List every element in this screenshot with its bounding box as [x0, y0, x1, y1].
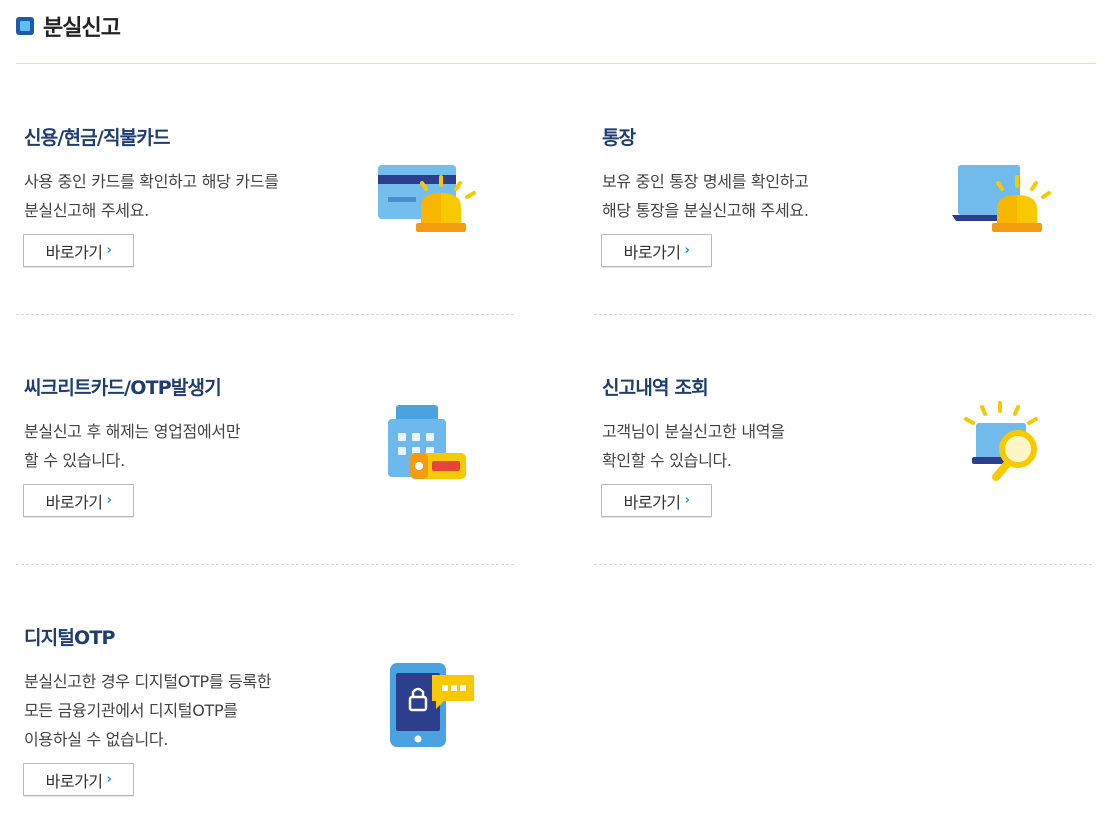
section-description: 보유 중인 통장 명세를 확인하고 해당 통장을 분실신고해 주세요.: [602, 172, 809, 220]
search-report-icon: [964, 401, 1038, 481]
chevron-right-icon: ›: [106, 493, 112, 508]
go-button-history[interactable]: 바로가기 ›: [601, 484, 712, 517]
go-button-label: 바로가기: [45, 242, 103, 262]
section-card: 신용/현금/직불카드 사용 중인 카드를 확인하고 해당 카드를 분실신고해 주…: [16, 123, 506, 323]
section-description: 분실신고 후 해제는 영업점에서만 할 수 있습니다.: [24, 422, 241, 470]
section-title: 디지털OTP: [24, 627, 115, 649]
bankbook-alarm-icon: [952, 165, 1051, 232]
section-description: 사용 중인 카드를 확인하고 해당 카드를 분실신고해 주세요.: [24, 172, 279, 220]
go-button-label: 바로가기: [623, 492, 681, 512]
section-title: 신고내역 조회: [602, 377, 709, 399]
go-button-secure-card[interactable]: 바로가기 ›: [23, 484, 134, 517]
section-title: 씨크리트카드/OTP발생기: [24, 377, 222, 399]
section-divider: [594, 314, 1092, 315]
section-digital-otp: 디지털OTP 분실신고한 경우 디지털OTP를 등록한 모든 금융기관에서 디지…: [16, 623, 506, 813]
card-alarm-icon: [378, 165, 476, 232]
section-description: 고객님이 분실신고한 내역을 확인할 수 있습니다.: [602, 422, 785, 470]
go-button-label: 바로가기: [623, 242, 681, 262]
page-title: 분실신고: [43, 16, 121, 41]
section-report-history: 신고내역 조회 고객님이 분실신고한 내역을 확인할 수 있습니다. 바로가기 ›: [594, 373, 1084, 573]
go-button-card[interactable]: 바로가기 ›: [23, 234, 134, 267]
square-bullet-icon: [16, 17, 34, 35]
chevron-right-icon: ›: [684, 493, 690, 508]
section-title: 통장: [602, 127, 636, 149]
chevron-right-icon: ›: [684, 243, 690, 258]
section-divider: [16, 564, 514, 565]
page-header: 분실신고: [16, 10, 121, 42]
smartphone-otp-icon: [390, 663, 474, 747]
section-description: 분실신고한 경우 디지털OTP를 등록한 모든 금융기관에서 디지털OTP를 이…: [24, 672, 272, 749]
secure-card-otp-icon: [388, 405, 466, 479]
go-button-bankbook[interactable]: 바로가기 ›: [601, 234, 712, 267]
go-button-label: 바로가기: [45, 492, 103, 512]
chevron-right-icon: ›: [106, 243, 112, 258]
go-button-label: 바로가기: [45, 771, 103, 791]
section-secure-card-otp: 씨크리트카드/OTP발생기 분실신고 후 해제는 영업점에서만 할 수 있습니다…: [16, 373, 506, 573]
section-title: 신용/현금/직불카드: [24, 127, 171, 149]
go-button-digital-otp[interactable]: 바로가기 ›: [23, 763, 134, 796]
header-divider: [16, 63, 1096, 64]
chevron-right-icon: ›: [106, 772, 112, 787]
section-divider: [594, 564, 1092, 565]
section-bankbook: 통장 보유 중인 통장 명세를 확인하고 해당 통장을 분실신고해 주세요. 바…: [594, 123, 1084, 323]
section-divider: [16, 314, 514, 315]
